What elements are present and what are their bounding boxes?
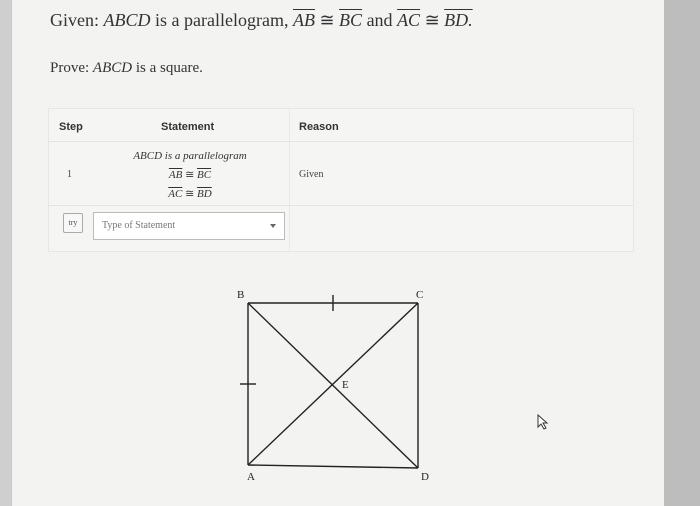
label-c: C xyxy=(416,289,423,301)
label-b: B xyxy=(237,289,244,301)
label-e: E xyxy=(342,379,349,391)
label-d: D xyxy=(421,471,429,483)
side-ad xyxy=(247,464,419,469)
label-a: A xyxy=(247,471,255,483)
mouse-cursor-icon xyxy=(537,414,549,430)
square-diagram: B C A D E xyxy=(237,289,429,483)
